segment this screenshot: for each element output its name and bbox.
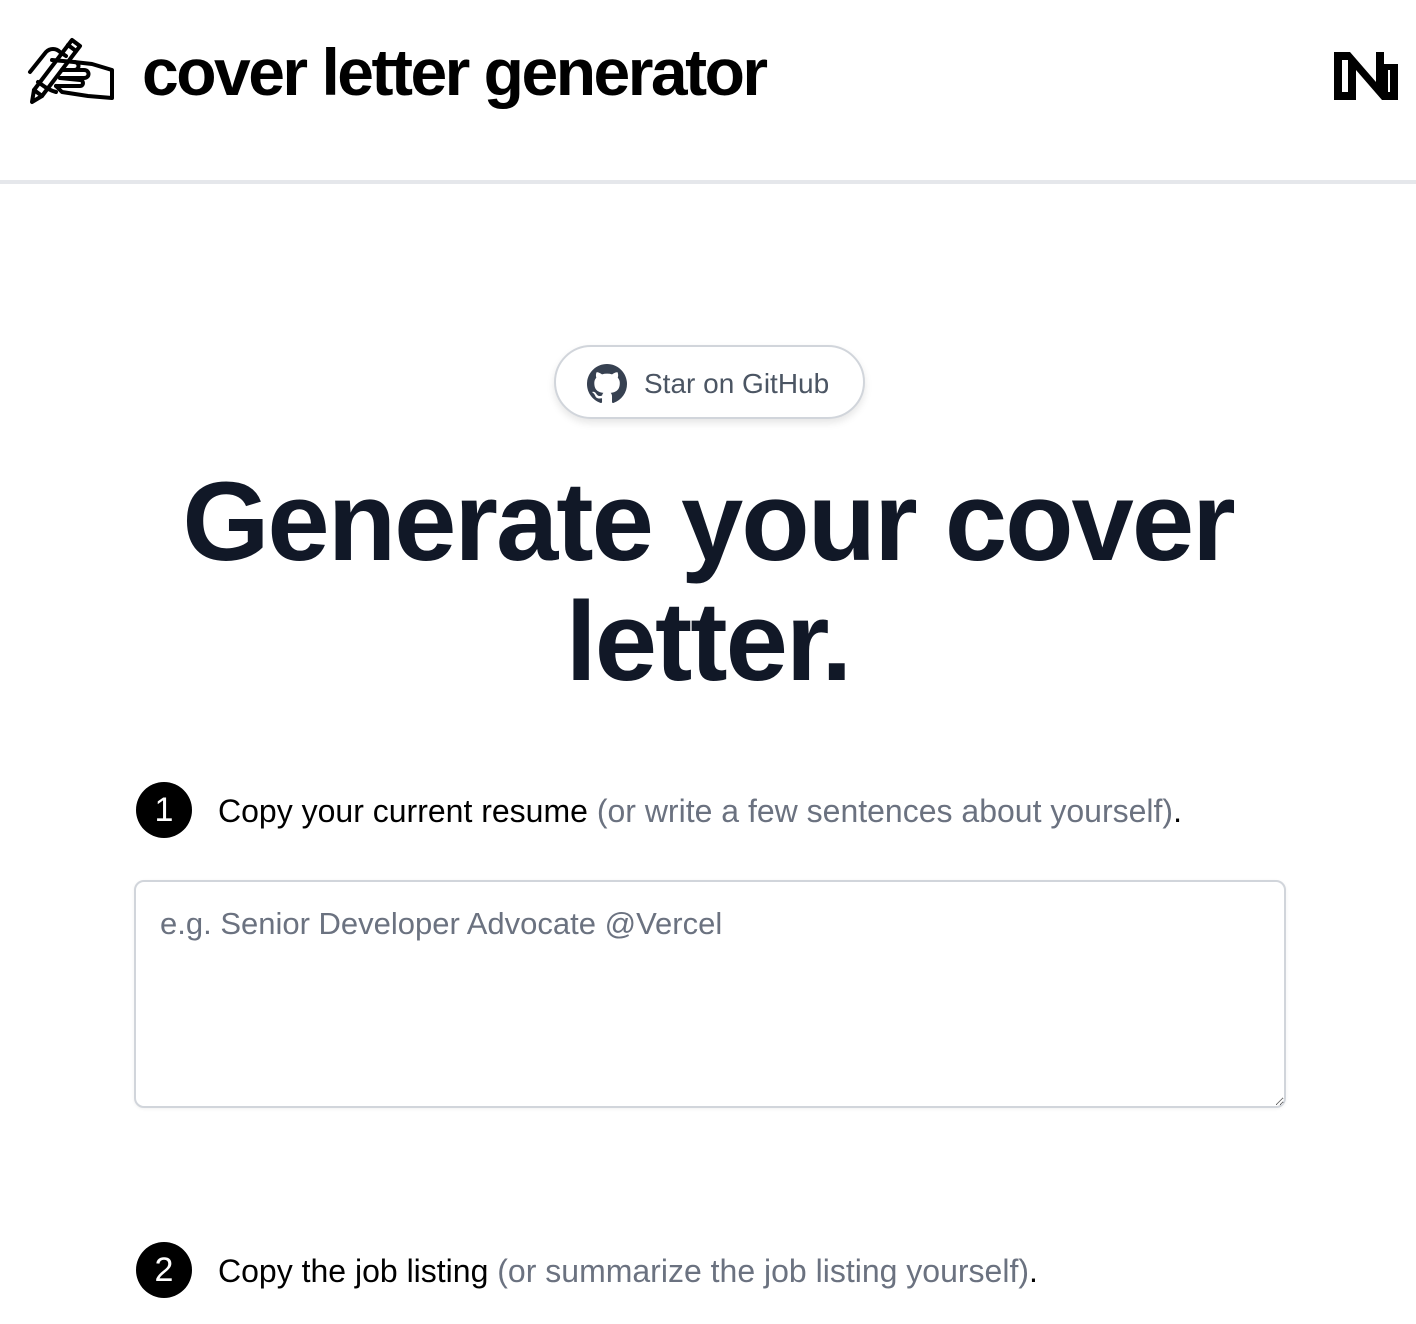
step-2-label-hint: (or summarize the job listing yourself) — [497, 1253, 1029, 1289]
app-title: cover letter generator — [142, 35, 768, 109]
step-2-label-period: . — [1029, 1253, 1038, 1289]
hero-heading: Generate your cover letter. — [60, 462, 1356, 702]
hero-heading-line1: Generate your cover — [182, 459, 1235, 584]
star-on-github-label: Star on GitHub — [644, 368, 830, 399]
site-header: cover letter generator — [0, 0, 1416, 184]
github-icon — [587, 364, 627, 404]
step-1-label-hint: (or write a few sentences about yourself… — [596, 793, 1174, 829]
step-number-badge: 2 — [136, 1242, 192, 1298]
step-1-label-main: Copy your current resume — [218, 793, 588, 829]
step-2: 2 Copy the job listing (or summarize the… — [136, 1242, 1286, 1298]
step-1-label: Copy your current resume (or write a few… — [218, 792, 1182, 830]
step-2-label: Copy the job listing (or summarize the j… — [218, 1252, 1038, 1290]
hero-heading-line2: letter. — [565, 579, 853, 704]
step-1: 1 Copy your current resume (or write a f… — [136, 782, 1286, 838]
writing-hand-icon[interactable] — [22, 34, 116, 106]
star-on-github-button[interactable]: Star on GitHub — [554, 345, 865, 419]
step-number-badge: 1 — [136, 782, 192, 838]
step-1-label-period: . — [1173, 793, 1182, 829]
n-logo-icon[interactable] — [1332, 50, 1400, 102]
step-2-label-main: Copy the job listing — [218, 1253, 489, 1289]
resume-textarea[interactable] — [134, 880, 1286, 1108]
